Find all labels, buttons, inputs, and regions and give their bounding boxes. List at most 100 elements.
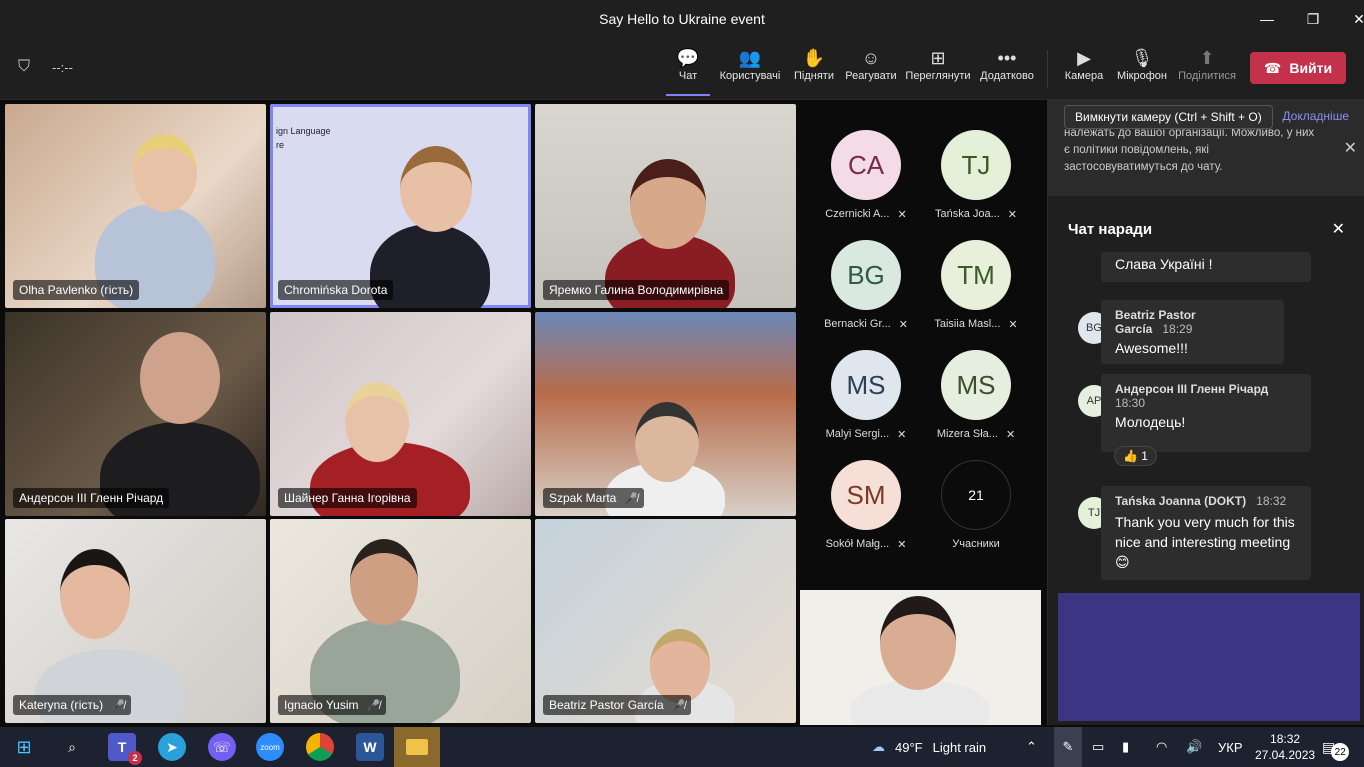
video-tile[interactable]: Beatriz Pastor García 🎤̸ — [535, 519, 796, 723]
participant-avatar-tile[interactable]: MS Mizera Sła... ✕ — [921, 350, 1031, 441]
hand-icon: ✋ — [802, 47, 826, 68]
reaction-badge[interactable]: 👍 1 — [1114, 446, 1157, 466]
video-tile[interactable]: Olha Pavlenko (гість) — [5, 104, 266, 308]
participant-avatar-tile[interactable]: SM Sokół Małg... ✕ — [811, 460, 921, 551]
windows-start-icon[interactable]: ⊞ — [10, 733, 38, 761]
video-tile[interactable]: Szpak Marta 🎤̸ — [535, 312, 796, 516]
video-tile[interactable]: Ignacio Yusim 🎤̸ — [270, 519, 531, 723]
close-icon[interactable]: ✕ — [1336, 11, 1364, 28]
maximize-icon[interactable]: ❐ — [1290, 11, 1336, 28]
chat-compose-area[interactable] — [1058, 593, 1360, 721]
view-button[interactable]: ⊞ Переглянути — [904, 46, 972, 96]
participant-name-label: Beatriz Pastor García 🎤̸ — [543, 695, 692, 715]
leave-button[interactable]: ☎ Вийти — [1250, 52, 1346, 84]
participant-head — [630, 159, 706, 249]
thumbs-up-icon: 👍 — [1123, 449, 1138, 463]
participant-name-label: Chromińska Dorota — [278, 280, 394, 300]
device-icon[interactable]: ▭ — [1092, 727, 1104, 767]
video-tile[interactable]: Kateryna (гість) 🎤̸ — [5, 519, 266, 723]
muted-mic-icon: 🎤̸ — [111, 699, 125, 712]
chat-message: Beatriz Pastor García 18:29 Awesome!!! — [1101, 300, 1284, 364]
chat-panel: Докладніше належать до вашої організації… — [1047, 100, 1364, 725]
meeting-timer: --:-- — [52, 59, 73, 75]
zoom-icon[interactable]: zoom — [256, 733, 284, 761]
teams-icon[interactable]: T 2 — [108, 733, 142, 765]
search-icon[interactable]: ⌕ — [58, 733, 86, 761]
notification-count: 22 — [1331, 743, 1350, 761]
video-tile[interactable]: Шайнер Ганна Ігорівна — [270, 312, 531, 516]
muted-mic-icon: ✕ — [1005, 429, 1016, 441]
pen-icon[interactable]: ✎ — [1054, 727, 1082, 767]
share-button[interactable]: ⬆ Поділитися — [1176, 46, 1238, 96]
participant-name-label: Olha Pavlenko (гість) — [13, 280, 140, 300]
participant-head — [650, 629, 710, 703]
participants-roster: CA Czernicki A... ✕ TJ Tańska Joa... ✕ BG … — [800, 100, 1046, 588]
participant-avatar-tile[interactable]: TJ Tańska Joa... ✕ — [921, 130, 1031, 221]
file-explorer-icon[interactable] — [394, 727, 440, 767]
battery-icon[interactable]: ▮ — [1122, 727, 1129, 767]
avatar: MS — [941, 350, 1011, 420]
volume-icon[interactable]: 🔊 — [1186, 727, 1202, 767]
title-bar: Say Hello to Ukraine event — [0, 0, 1364, 38]
participants-count: 21 — [941, 460, 1011, 530]
clock[interactable]: 18:32 27.04.2023 — [1255, 727, 1315, 767]
viber-icon[interactable]: ☏ — [208, 733, 236, 761]
more-button[interactable]: ••• Додатково — [978, 46, 1036, 96]
avatar: TJ — [941, 130, 1011, 200]
participant-name-label: Яремко Галина Володимирівна — [543, 280, 730, 300]
keyboard-language[interactable]: УКР — [1218, 727, 1243, 767]
participant-avatar-tile[interactable]: MS Malyi Sergi... ✕ — [811, 350, 921, 441]
participant-head — [635, 402, 699, 482]
camera-icon: ▶ — [1077, 47, 1091, 68]
people-button[interactable]: 👥 Користувачі — [718, 46, 782, 96]
participant-name-label: Шайнер Ганна Ігорівна — [278, 488, 417, 508]
participant-avatar-tile[interactable]: TM Taisiia Masl... ✕ — [921, 240, 1031, 331]
telegram-icon[interactable]: ➤ — [158, 733, 186, 761]
video-tile-active-speaker[interactable]: ign Language re Chromińska Dorota — [270, 104, 531, 308]
minimize-icon[interactable]: — — [1244, 11, 1290, 27]
participant-head — [133, 134, 197, 212]
participant-name-label: Kateryna (гість) 🎤̸ — [13, 695, 131, 715]
self-view-video[interactable] — [800, 590, 1041, 725]
slide-text: ign Language re — [276, 126, 331, 150]
close-chat-icon[interactable]: ✕ — [1332, 219, 1345, 239]
participant-head — [345, 382, 409, 462]
chat-icon: 💬 — [676, 47, 700, 68]
raise-hand-button[interactable]: ✋ Підняти — [792, 46, 836, 96]
participant-avatar-tile[interactable]: CA Czernicki A... ✕ — [811, 130, 921, 221]
window-controls: — ❐ ✕ — [1244, 0, 1364, 38]
chat-message: Андерсон III Гленн Річард 18:30 Молодець! — [1101, 374, 1311, 452]
muted-mic-icon: ✕ — [897, 539, 907, 551]
chat-button[interactable]: 💬 Чат — [666, 46, 710, 96]
muted-mic-icon: 🎤̸ — [671, 699, 686, 712]
video-tile[interactable]: Андерсон III Гленн Річард — [5, 312, 266, 516]
close-notice-icon[interactable]: ✕ — [1344, 140, 1357, 157]
avatar: MS — [831, 350, 901, 420]
participant-avatar-tile[interactable]: BG Bernacki Gr... ✕ — [811, 240, 921, 331]
react-button[interactable]: ☺ Реагувати — [844, 46, 898, 96]
avatar: TM — [941, 240, 1011, 310]
participant-head — [350, 539, 418, 625]
video-tile[interactable]: Яремко Галина Володимирівна — [535, 104, 796, 308]
smile-emoji-icon: 😊 — [1115, 554, 1130, 570]
muted-mic-icon: ✕ — [897, 429, 907, 441]
hangup-icon: ☎ — [1263, 59, 1282, 76]
weather-widget[interactable]: ☁ 49°F Light rain — [872, 727, 986, 767]
notifications-icon[interactable]: ▤ 22 — [1322, 727, 1350, 767]
participants-count-tile[interactable]: 21 Учасники — [921, 460, 1031, 550]
chrome-icon[interactable] — [306, 733, 334, 761]
wifi-icon[interactable]: ◠ — [1156, 727, 1167, 767]
camera-button[interactable]: ▶ Камера — [1062, 46, 1106, 96]
camera-tooltip: Вимкнути камеру (Ctrl + Shift + O) — [1064, 105, 1273, 129]
avatar: BG — [831, 240, 901, 310]
participant-name-label: Ignacio Yusim 🎤̸ — [278, 695, 387, 715]
chat-message: Tańska Joanna (DOKT) 18:32 Thank you ver… — [1101, 486, 1311, 580]
muted-mic-icon: ✕ — [898, 319, 908, 331]
windows-taskbar: ⊞ ⌕ T 2 ➤ ☏ zoom W ☁ 49°F Light rain ⌃ ✎… — [0, 727, 1364, 767]
microphone-button[interactable]: 🎙 Мікрофон — [1116, 46, 1168, 96]
muted-mic-icon: ✕ — [1008, 319, 1018, 331]
muted-mic-icon: 🎤̸ — [624, 492, 639, 505]
word-icon[interactable]: W — [356, 733, 384, 761]
chevron-up-icon[interactable]: ⌃ — [1026, 727, 1037, 767]
shield-icon[interactable]: ⛉ — [18, 58, 30, 76]
